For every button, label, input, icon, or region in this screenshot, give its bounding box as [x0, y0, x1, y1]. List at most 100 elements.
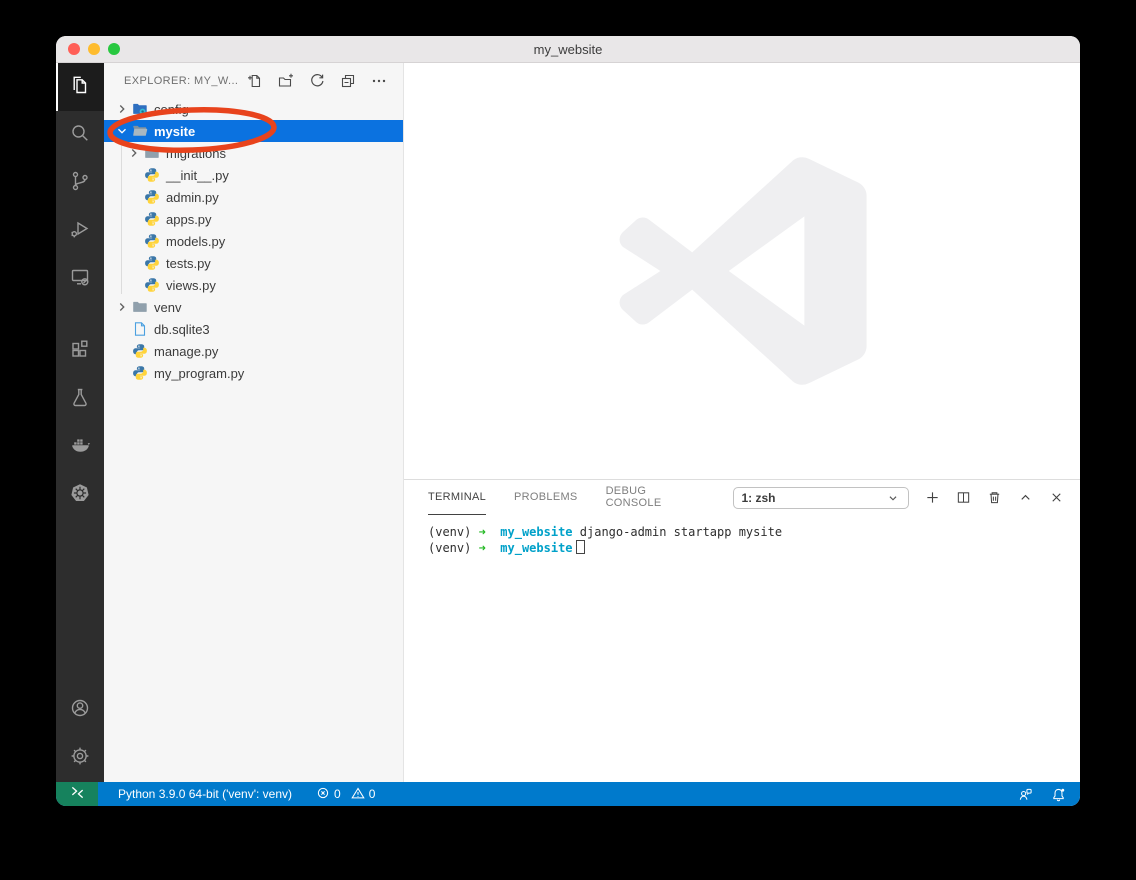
minimize-window-button[interactable] — [88, 43, 100, 55]
window-titlebar[interactable]: my_website — [56, 36, 1080, 63]
statusbar-right — [1018, 787, 1066, 802]
tree-item-label: tests.py — [166, 256, 211, 271]
tab-terminal[interactable]: TERMINAL — [428, 480, 486, 515]
twisty-spacer — [126, 167, 142, 183]
split-terminal-icon[interactable] — [956, 490, 971, 505]
tree-item-models-py[interactable]: models.py — [104, 230, 403, 252]
zoom-window-button[interactable] — [108, 43, 120, 55]
vscode-window: my_website — [56, 36, 1080, 806]
activitybar-search[interactable] — [56, 111, 104, 159]
vscode-logo-watermark — [617, 146, 867, 396]
explorer-title: EXPLORER: MY_W... — [124, 75, 238, 87]
tree-item-label: my_program.py — [154, 366, 244, 381]
terminal-output[interactable]: (venv) ➜ my_website django-admin startap… — [404, 515, 1080, 782]
tree-item-views-py[interactable]: views.py — [104, 274, 403, 296]
terminal-shell-select[interactable]: 1: zsh — [733, 487, 910, 509]
feedback-icon[interactable] — [1018, 787, 1033, 802]
error-count: 0 — [334, 787, 341, 801]
folder-icon — [144, 145, 160, 161]
account-icon — [68, 696, 92, 725]
files-icon — [68, 73, 92, 102]
beaker-icon — [68, 385, 92, 414]
twisty-spacer — [126, 277, 142, 293]
tab-debug-console[interactable]: DEBUG CONSOLE — [606, 480, 705, 515]
traffic-lights — [68, 36, 120, 62]
python-interpreter-status[interactable]: Python 3.9.0 64-bit ('venv': venv) — [118, 787, 292, 801]
file-tree: config mysite migrations __init__.py admin.p… — [104, 98, 403, 384]
tree-item-config[interactable]: config — [104, 98, 403, 120]
activitybar-run-debug[interactable] — [56, 207, 104, 255]
docker-icon — [68, 433, 92, 462]
collapse-folders-icon[interactable] — [340, 73, 356, 89]
new-terminal-icon[interactable] — [925, 490, 940, 505]
tree-item-admin-py[interactable]: admin.py — [104, 186, 403, 208]
search-icon — [68, 121, 92, 150]
tree-item-label: admin.py — [166, 190, 219, 205]
activitybar-remote-explorer[interactable] — [56, 255, 104, 303]
refresh-icon[interactable] — [309, 73, 325, 89]
activitybar-source-control[interactable] — [56, 159, 104, 207]
panel-actions — [925, 490, 1064, 505]
new-folder-icon[interactable] — [278, 73, 294, 89]
python-icon — [144, 233, 160, 249]
activitybar-docker[interactable] — [56, 423, 104, 471]
twisty-spacer — [126, 189, 142, 205]
tree-item-db-sqlite3[interactable]: db.sqlite3 — [104, 318, 403, 340]
problems-status[interactable]: 0 0 — [316, 786, 375, 803]
tree-item-label: __init__.py — [166, 168, 229, 183]
twisty-spacer — [114, 343, 130, 359]
twisty-spacer — [126, 233, 142, 249]
tree-item-tests-py[interactable]: tests.py — [104, 252, 403, 274]
activitybar-testing[interactable] — [56, 375, 104, 423]
editor-region: TERMINAL PROBLEMS DEBUG CONSOLE 1: zsh — [404, 63, 1080, 782]
panel-header: TERMINAL PROBLEMS DEBUG CONSOLE 1: zsh — [404, 480, 1080, 515]
activitybar-explorer[interactable] — [56, 63, 104, 111]
tab-problems[interactable]: PROBLEMS — [514, 480, 578, 515]
close-panel-icon[interactable] — [1049, 490, 1064, 505]
tree-item-label: models.py — [166, 234, 225, 249]
activitybar-account[interactable] — [56, 686, 104, 734]
tree-item-my-program-py[interactable]: my_program.py — [104, 362, 403, 384]
indent-guide — [121, 144, 122, 294]
notifications-bell-icon[interactable] — [1051, 787, 1066, 802]
chevron-down-icon — [886, 491, 900, 505]
file-sqlite-icon — [132, 321, 148, 337]
activitybar-extensions[interactable] — [56, 327, 104, 375]
close-window-button[interactable] — [68, 43, 80, 55]
python-icon — [132, 365, 148, 381]
tree-item-label: config — [154, 102, 189, 117]
tree-item-label: venv — [154, 300, 181, 315]
tree-item-label: migrations — [166, 146, 226, 161]
python-icon — [144, 211, 160, 227]
editor-area[interactable] — [404, 63, 1080, 479]
desktop-background: my_website — [0, 0, 1136, 880]
activitybar-kubernetes[interactable] — [56, 471, 104, 519]
tree-item-apps-py[interactable]: apps.py — [104, 208, 403, 230]
tree-item-manage-py[interactable]: manage.py — [104, 340, 403, 362]
error-icon — [316, 786, 330, 803]
tree-item-migrations[interactable]: migrations — [104, 142, 403, 164]
new-file-icon[interactable] — [247, 73, 263, 89]
more-actions-icon[interactable] — [371, 73, 387, 89]
twisty-spacer — [114, 365, 130, 381]
folder-open-icon — [132, 123, 148, 139]
source-control-icon — [68, 169, 92, 198]
tree-item-venv[interactable]: venv — [104, 296, 403, 318]
explorer-sidebar: EXPLORER: MY_W... config mysite migrations… — [104, 63, 404, 782]
python-icon — [144, 255, 160, 271]
terminal-line: (venv) ➜ my_website — [428, 540, 1080, 556]
window-title: my_website — [534, 42, 603, 57]
maximize-panel-icon[interactable] — [1018, 490, 1033, 505]
gear-icon — [68, 744, 92, 773]
python-icon — [144, 189, 160, 205]
activitybar-settings[interactable] — [56, 734, 104, 782]
kill-terminal-icon[interactable] — [987, 490, 1002, 505]
tree-item-label: views.py — [166, 278, 216, 293]
tree-item-init-py[interactable]: __init__.py — [104, 164, 403, 186]
tree-item-mysite[interactable]: mysite — [104, 120, 403, 142]
extensions-icon — [68, 337, 92, 366]
warning-count: 0 — [369, 787, 376, 801]
activity-bar — [56, 63, 104, 782]
folder-config-icon — [132, 101, 148, 117]
remote-indicator[interactable] — [56, 782, 98, 806]
